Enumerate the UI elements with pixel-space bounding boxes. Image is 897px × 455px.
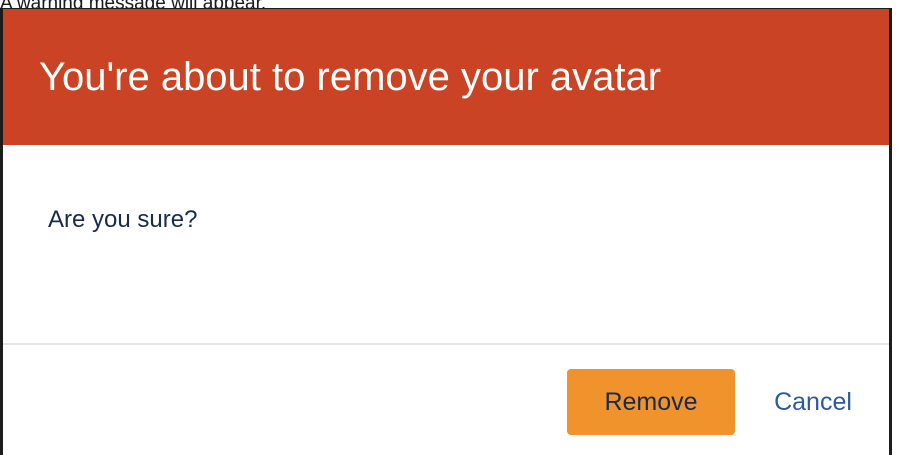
remove-button[interactable]: Remove — [567, 369, 735, 435]
page: A warning message will appear. You're ab… — [0, 0, 897, 455]
cancel-button[interactable]: Cancel — [753, 369, 873, 435]
remove-avatar-dialog: You're about to remove your avatar Are y… — [0, 8, 892, 455]
dialog-title: You're about to remove your avatar — [39, 55, 662, 99]
dialog-body: Are you sure? — [3, 145, 889, 341]
dialog-message: Are you sure? — [48, 206, 198, 233]
dialog-header: You're about to remove your avatar — [3, 9, 889, 145]
dialog-footer: Remove Cancel — [3, 345, 889, 455]
